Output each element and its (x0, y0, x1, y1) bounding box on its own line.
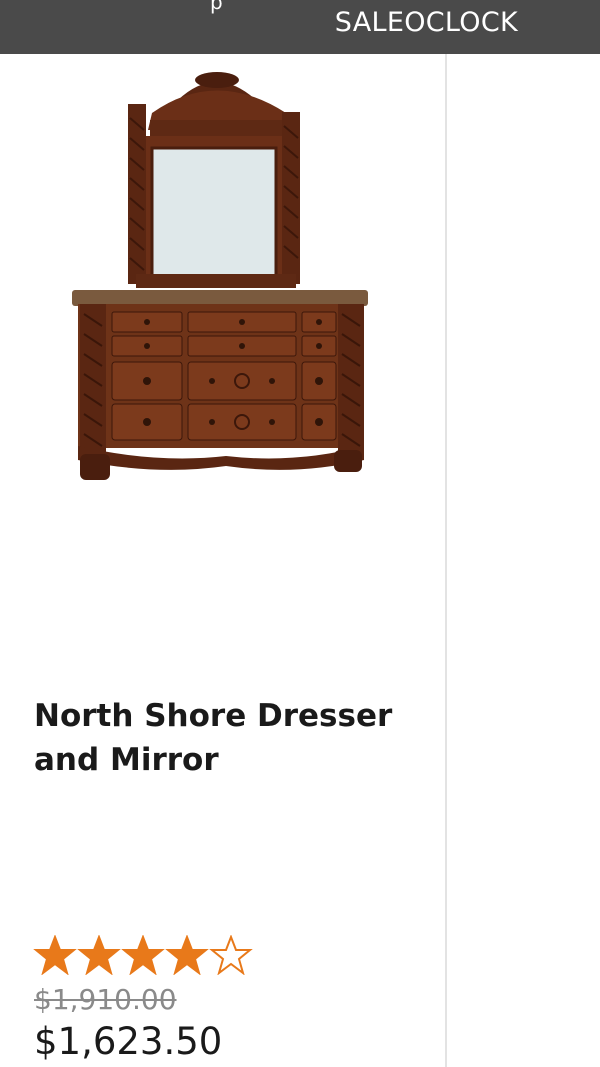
column-divider (445, 54, 447, 1067)
star-filled-icon (121, 935, 165, 975)
star-filled-icon (77, 935, 121, 975)
product-image[interactable] (66, 68, 376, 488)
star-filled-icon (165, 935, 209, 975)
saleoclock-link[interactable]: SALEOCLOCK (335, 7, 518, 38)
star-filled-icon (33, 935, 77, 975)
sale-price: $1,623.50 (34, 1020, 223, 1063)
product-title[interactable]: North Shore Dresser and Mirror (34, 694, 424, 782)
top-bar-partial-text: p (210, 0, 223, 14)
top-bar: p SALEOCLOCK (0, 0, 600, 54)
product-card[interactable]: North Shore Dresser and Mirror $1,910.00… (0, 54, 445, 1067)
star-empty-icon (209, 935, 253, 975)
rating-stars (33, 934, 253, 976)
original-price: $1,910.00 (34, 983, 177, 1016)
